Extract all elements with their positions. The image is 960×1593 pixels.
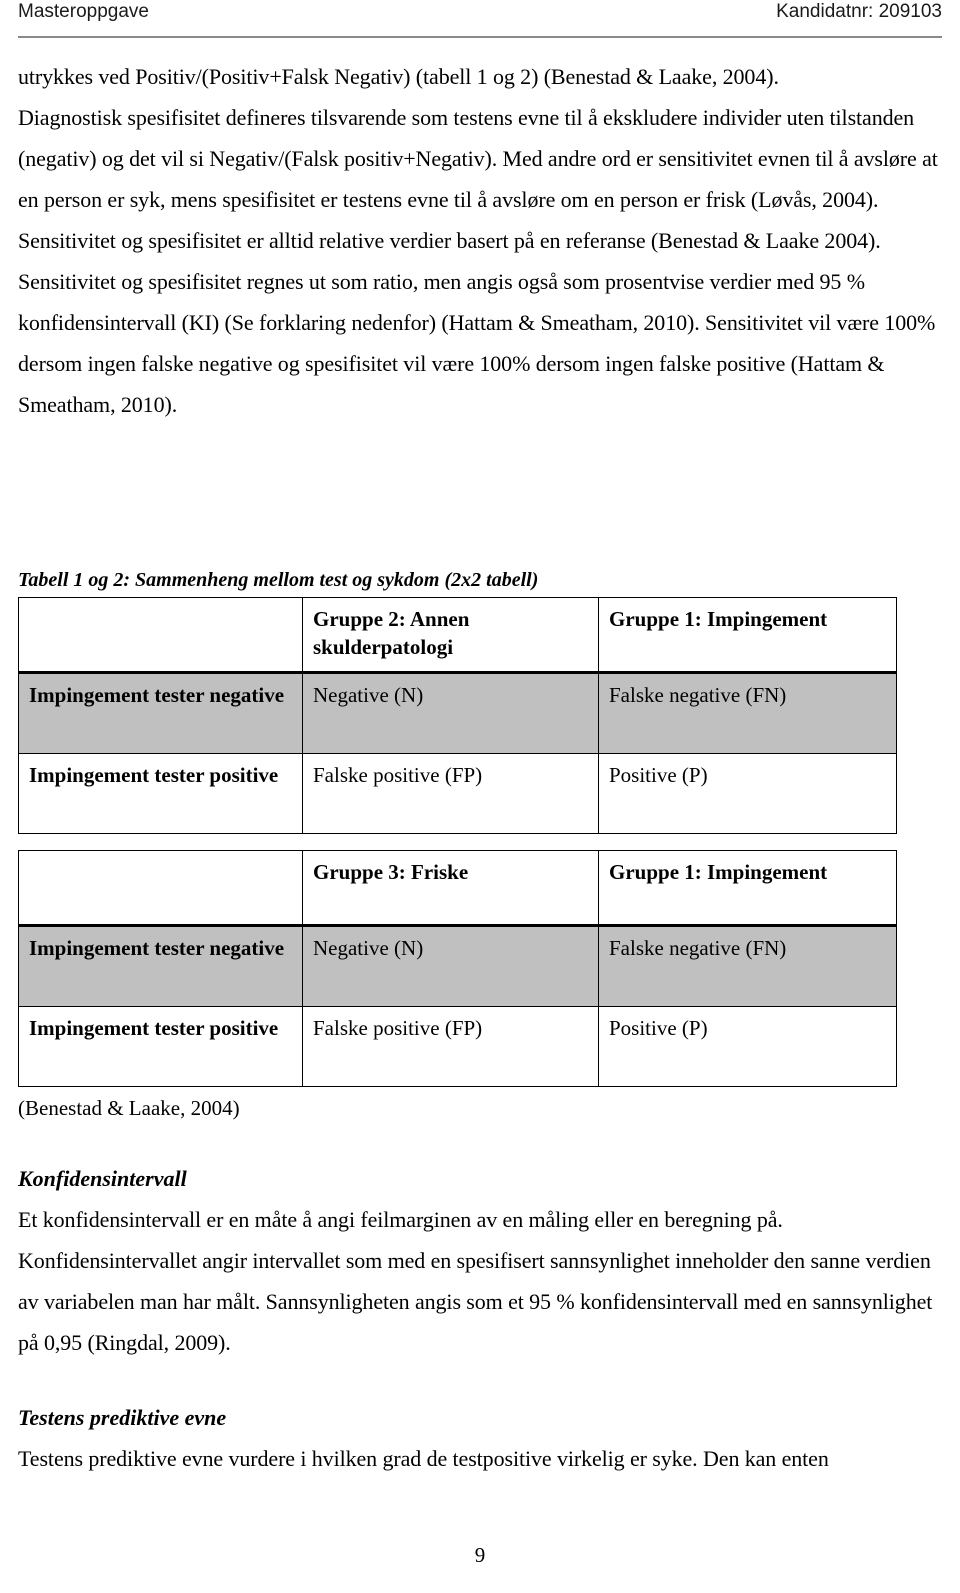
table-source-note: (Benestad & Laake, 2004) bbox=[18, 1096, 240, 1120]
page-number: 9 bbox=[474, 1543, 486, 1567]
table-row: Gruppe 2: Annen skulderpatologi Gruppe 1… bbox=[18, 597, 897, 674]
document-body: utrykkes ved Positiv/(Positiv+Falsk Nega… bbox=[18, 56, 942, 425]
table-row: Impingement tester negative Negative (N)… bbox=[18, 672, 897, 754]
table2-row1-cell3: Falske negative (FN) bbox=[598, 925, 897, 1007]
table2-row2-cell3: Positive (P) bbox=[598, 1006, 897, 1087]
table-2-gruppe3: Gruppe 3: Friske Gruppe 1: Impingement I… bbox=[18, 850, 897, 1087]
header-right-candidate-number: Kandidatnr: 209103 bbox=[776, 1, 942, 22]
paragraph-testens-prediktive-evne: Testens prediktive evne vurdere i hvilke… bbox=[18, 1446, 829, 1471]
table1-row1-cell2: Negative (N) bbox=[302, 672, 599, 754]
table-caption: Tabell 1 og 2: Sammenheng mellom test og… bbox=[18, 569, 539, 591]
header-left-title: Masteroppgave bbox=[18, 1, 149, 22]
table2-row1-label: Impingement tester negative bbox=[18, 925, 303, 1007]
table-2-wrapper: Gruppe 3: Friske Gruppe 1: Impingement I… bbox=[18, 850, 942, 1087]
table2-col3-header: Gruppe 1: Impingement bbox=[598, 850, 897, 927]
table-row: Gruppe 3: Friske Gruppe 1: Impingement bbox=[18, 850, 897, 927]
heading-testens-prediktive-evne: Testens prediktive evne bbox=[18, 1405, 227, 1430]
table-row: Impingement tester positive Falske posit… bbox=[18, 753, 897, 834]
tables-section: Tabell 1 og 2: Sammenheng mellom test og… bbox=[18, 566, 942, 1123]
page-running-header: Masteroppgave Kandidatnr: 209103 bbox=[18, 0, 942, 38]
table2-col2-header: Gruppe 3: Friske bbox=[302, 850, 599, 927]
table2-row2-label: Impingement tester positive bbox=[18, 1006, 303, 1087]
table-1-gruppe2: Gruppe 2: Annen skulderpatologi Gruppe 1… bbox=[18, 597, 897, 834]
paragraph-diagnostisk-spesifisitet: Diagnostisk spesifisitet defineres tilsv… bbox=[18, 105, 938, 417]
table2-corner-cell bbox=[18, 850, 303, 927]
table1-col2-header: Gruppe 2: Annen skulderpatologi bbox=[302, 597, 599, 674]
table1-row1-cell3: Falske negative (FN) bbox=[598, 672, 897, 754]
table-row: Impingement tester positive Falske posit… bbox=[18, 1006, 897, 1087]
paragraph-continuation: utrykkes ved Positiv/(Positiv+Falsk Nega… bbox=[18, 64, 779, 89]
table1-row1-label: Impingement tester negative bbox=[18, 672, 303, 754]
table1-corner-cell bbox=[18, 597, 303, 674]
table1-row2-label: Impingement tester positive bbox=[18, 753, 303, 834]
table-row: Impingement tester negative Negative (N)… bbox=[18, 925, 897, 1007]
table2-row2-cell2: Falske positive (FP) bbox=[302, 1006, 599, 1087]
paragraph-konfidensintervall: Et konfidensintervall er en måte å angi … bbox=[18, 1207, 933, 1355]
table2-row1-cell2: Negative (N) bbox=[302, 925, 599, 1007]
lower-sections: Konfidensintervall Et konfidensintervall… bbox=[18, 1158, 942, 1479]
table1-row2-cell3: Positive (P) bbox=[598, 753, 897, 834]
table1-row2-cell2: Falske positive (FP) bbox=[302, 753, 599, 834]
heading-konfidensintervall: Konfidensintervall bbox=[18, 1166, 187, 1191]
table1-col3-header: Gruppe 1: Impingement bbox=[598, 597, 897, 674]
